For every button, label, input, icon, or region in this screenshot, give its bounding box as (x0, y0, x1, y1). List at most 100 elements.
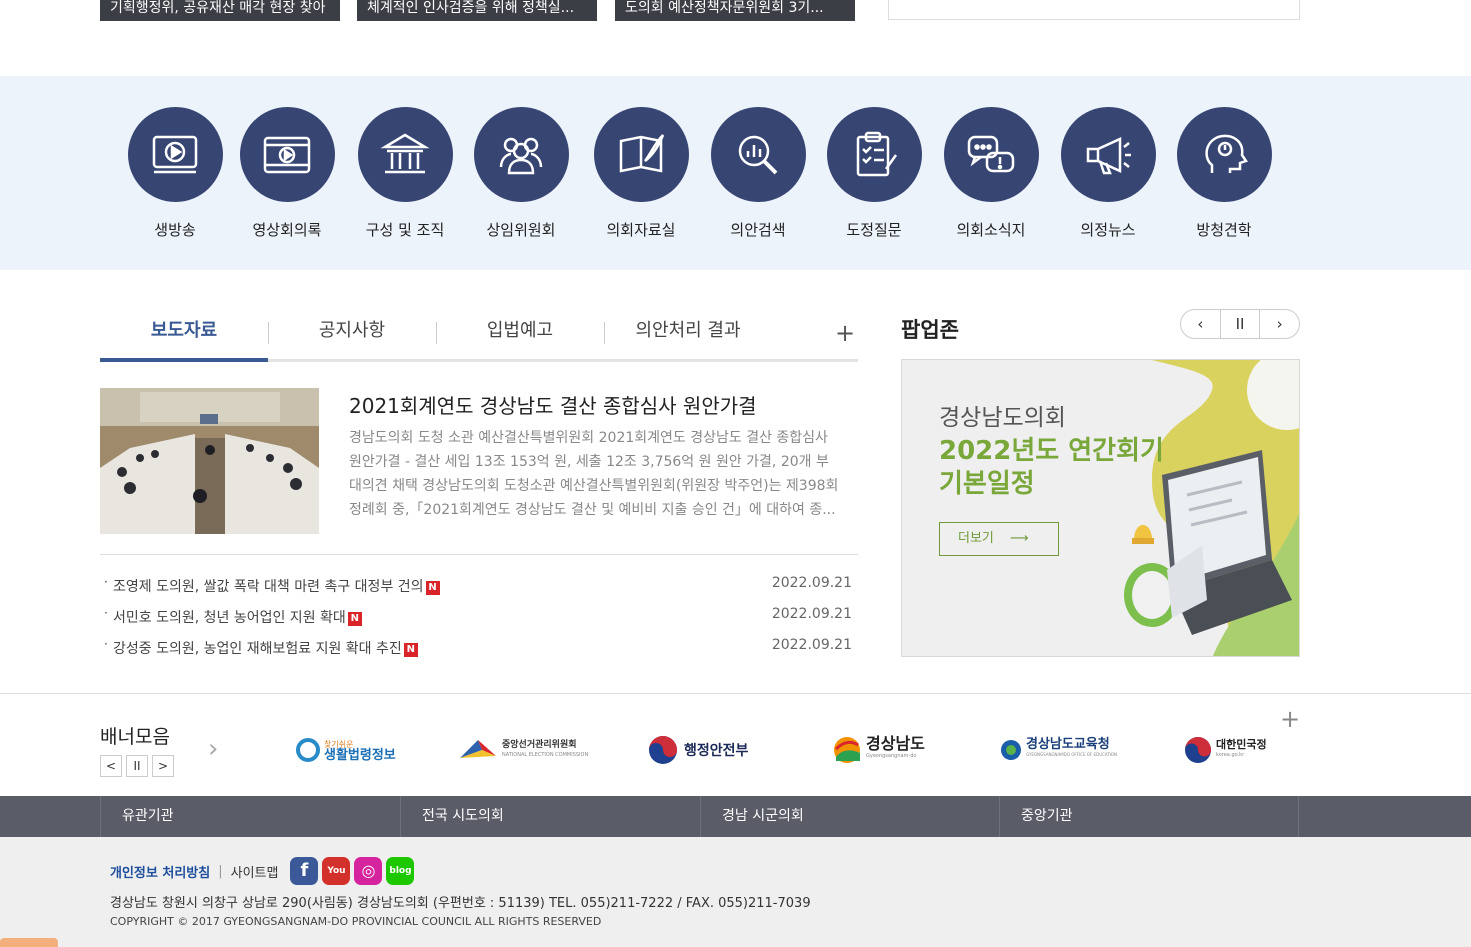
education-office-sub: GYEONGSANGNAMDO OFFICE OF EDUCATION (1026, 752, 1117, 757)
news-title[interactable]: 강성중 도의원, 농업인 재해보험료 지원 확대 추진 N (113, 638, 418, 658)
section-divider (100, 554, 858, 555)
quick-item-live[interactable]: 생방송 (116, 107, 234, 240)
footer-nav: 유관기관 전국 시도의회 경남 시군의회 중앙기관 (0, 796, 1471, 837)
quick-menu: 생방송 영상회의록 구성 및 조직 상임위원회 의회자료실 의안검색 도정질문 … (0, 76, 1471, 270)
megaphone-icon (1060, 107, 1156, 202)
feature-photo[interactable] (100, 388, 319, 534)
banner-pause-button[interactable]: II (126, 755, 148, 777)
banner-logo-gyeongnam[interactable]: 경상남도 Gyeongsangnam-do (832, 732, 925, 768)
privacy-policy-link[interactable]: 개인정보 처리방침 (110, 862, 210, 881)
news-title[interactable]: 서민호 도의원, 청년 농어업인 지원 확대 N (113, 607, 362, 627)
footer: 개인정보 처리방침 | 사이트맵 f You ◎ blog 경상남도 창원시 의… (0, 837, 1471, 947)
top-news-strip: 기획행정위, 공유재산 매각 현장 찾아 체계적인 인사검증을 위해 정책실..… (0, 0, 1471, 76)
quick-label: 영상회의록 (252, 221, 322, 239)
footer-address: 경상남도 창원시 의창구 상남로 290(사림동) 경상남도의회 (우편번호 :… (110, 896, 811, 911)
instagram-icon[interactable]: ◎ (354, 857, 383, 885)
law-info-name: 생활법령정보 (324, 748, 396, 763)
list-item[interactable]: · 강성중 도의원, 농업인 재해보험료 지원 확대 추진 N 2022.09.2… (100, 634, 858, 665)
banner-logo-election-commission[interactable]: 중앙선거관리위원회 NATIONAL ELECTION COMMISSION (458, 732, 588, 768)
footer-copyright: COPYRIGHT © 2017 GYEONGSANGNAM-DO PROVIN… (110, 915, 602, 928)
popup-pause-button[interactable]: II (1219, 310, 1260, 338)
quick-item-committee[interactable]: 상임위원회 (462, 107, 580, 240)
arrow-right-icon: ⟶ (1009, 531, 1029, 546)
tab-legislation-notice[interactable]: 입법예고 (436, 300, 604, 362)
news-date: 2022.09.21 (771, 575, 852, 591)
head-idea-icon (1176, 107, 1272, 202)
tab-notice[interactable]: 공지사항 (268, 300, 436, 362)
top-news-card-3[interactable]: 도의회 예산정책자문위원회 3기... (615, 0, 855, 21)
popup-next-button[interactable]: › (1259, 310, 1299, 338)
quick-item-archive[interactable]: 의회자료실 (582, 107, 700, 240)
quick-item-newsletter[interactable]: 의회소식지 (932, 107, 1050, 240)
popup-more-label: 더보기 (958, 531, 994, 546)
bullet-dot: · (104, 637, 108, 651)
live-tv-icon (127, 107, 223, 202)
quick-label: 방청견학 (1196, 221, 1252, 239)
list-item[interactable]: · 조영제 도의원, 쌀값 폭락 대책 마련 촉구 대정부 건의 N 2022.0… (100, 572, 858, 603)
facebook-icon[interactable]: f (290, 857, 319, 885)
popup-banner-headline: 2022년도 연간회기 기본일정 (939, 436, 1164, 499)
banner-logo-law-info[interactable]: 찾기쉬운 생활법령정보 (296, 732, 396, 768)
education-office-name: 경상남도교육청 (1026, 737, 1110, 752)
link-separator: | (218, 863, 223, 879)
banner-more-plus-icon[interactable]: + (1280, 705, 1300, 733)
popup-prev-button[interactable]: ‹ (1181, 310, 1220, 338)
korea-gov-name: 대한민국정 (1216, 738, 1267, 751)
quick-label: 구성 및 조직 (365, 221, 445, 239)
building-icon (357, 107, 453, 202)
news-title[interactable]: 조영제 도의원, 쌀값 폭락 대책 마련 촉구 대정부 건의 N (113, 576, 440, 596)
election-commission-emblem-icon (460, 740, 496, 758)
sitemap-link[interactable]: 사이트맵 (231, 862, 279, 881)
feature-article[interactable]: 2021회계연도 경상남도 결산 종합심사 원안가결 경남도의회 도청 소관 예… (100, 388, 858, 534)
tabs-more-plus-icon[interactable]: + (835, 318, 855, 348)
popup-more-button[interactable]: 더보기 ⟶ (939, 522, 1059, 556)
quick-item-organization[interactable]: 구성 및 조직 (346, 107, 464, 240)
banner-controls: < II > (100, 755, 178, 777)
video-film-icon (239, 107, 335, 202)
quick-label: 상임위원회 (486, 221, 556, 239)
top-news-card-1[interactable]: 기획행정위, 공유재산 매각 현장 찾아 (100, 0, 340, 21)
board-tabs: 보도자료 공지사항 입법예고 의안처리 결과 + (100, 300, 858, 362)
quick-item-video-minutes[interactable]: 영상회의록 (228, 107, 346, 240)
book-feather-icon (593, 107, 689, 202)
sns-links: f You ◎ blog (290, 857, 418, 885)
popup-banner[interactable]: 경상남도의회 2022년도 연간회기 기본일정 더보기 ⟶ (901, 359, 1300, 657)
chevron-right-icon: › (208, 734, 219, 764)
banner-next-button[interactable]: > (152, 755, 174, 777)
footer-nav-related-agencies[interactable]: 유관기관 (100, 796, 400, 837)
quick-label: 의회소식지 (956, 221, 1026, 239)
quick-item-tour[interactable]: 방청견학 (1165, 107, 1283, 240)
quick-item-bill-search[interactable]: 의안검색 (699, 107, 817, 240)
banner-logo-interior-ministry[interactable]: 행정안전부 (648, 732, 748, 768)
banner-prev-button[interactable]: < (100, 755, 122, 777)
quick-label: 의안검색 (730, 221, 786, 239)
youtube-icon[interactable]: You (322, 857, 351, 885)
footer-nav-local-councils[interactable]: 경남 시군의회 (700, 796, 1000, 837)
top-news-card-2[interactable]: 체계적인 인사검증을 위해 정책실... (357, 0, 597, 21)
footer-nav-central-agencies[interactable]: 중앙기관 (999, 796, 1299, 837)
tab-press-release[interactable]: 보도자료 (100, 300, 268, 362)
quick-item-news[interactable]: 의정뉴스 (1049, 107, 1167, 240)
election-commission-sub: NATIONAL ELECTION COMMISSION (502, 752, 589, 758)
news-list: · 조영제 도의원, 쌀값 폭락 대책 마련 촉구 대정부 건의 N 2022.0… (100, 572, 858, 665)
blog-icon[interactable]: blog (386, 857, 415, 885)
banner-collection-title: 배너모음 (100, 726, 170, 748)
popup-controls: ‹ II › (1180, 309, 1300, 339)
korea-gov-sub: korea.go.kr (1216, 752, 1245, 758)
feature-title[interactable]: 2021회계연도 경상남도 결산 종합심사 원안가결 (349, 390, 757, 419)
popup-zone-title: 팝업존 (901, 318, 959, 342)
magnifier-chart-icon (710, 107, 806, 202)
quick-label: 의회자료실 (606, 221, 676, 239)
people-group-icon (473, 107, 569, 202)
quick-item-questions[interactable]: 도정질문 (815, 107, 933, 240)
corner-tab[interactable] (0, 938, 58, 947)
bullet-dot: · (104, 606, 108, 620)
footer-nav-national-councils[interactable]: 전국 시도의회 (400, 796, 700, 837)
top-side-box (888, 0, 1300, 20)
banner-logo-education-office[interactable]: 경상남도교육청 GYEONGSANGNAMDO OFFICE OF EDUCAT… (999, 732, 1117, 768)
banner-logo-korea-gov[interactable]: 대한민국정 korea.go.kr (1184, 732, 1270, 768)
list-item[interactable]: · 서민호 도의원, 청년 농어업인 지원 확대 N 2022.09.21 (100, 603, 858, 634)
tab-bill-results[interactable]: 의안처리 결과 (604, 300, 772, 362)
gyeongnam-emblem-icon (834, 737, 860, 763)
taegeuk-icon (649, 736, 677, 764)
